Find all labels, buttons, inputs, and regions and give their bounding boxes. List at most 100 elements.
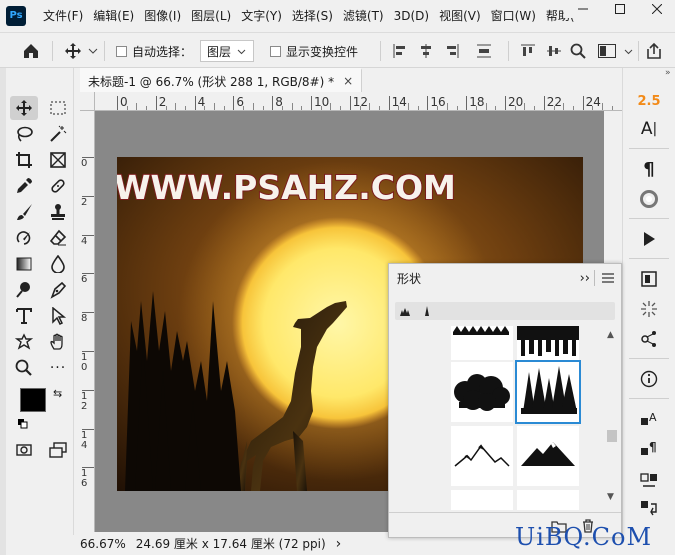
- paragraph-icon: ¶: [643, 158, 655, 180]
- share-icon: [647, 42, 661, 59]
- align-center-icon[interactable]: [418, 43, 434, 59]
- eraser-tool[interactable]: [44, 226, 72, 250]
- menu-item-3[interactable]: 图层(L): [186, 0, 236, 32]
- color-wheel-icon: [640, 190, 658, 208]
- size-slider-bar[interactable]: [395, 302, 615, 320]
- zoom-tool[interactable]: [10, 356, 38, 380]
- foreground-color-swatch[interactable]: [20, 388, 46, 412]
- info-icon: [640, 370, 658, 388]
- history-button[interactable]: [631, 496, 667, 522]
- paragraph-panel-button[interactable]: ¶: [631, 156, 667, 182]
- ruler-h-tick: [427, 96, 429, 110]
- auto-select-checkbox[interactable]: [116, 45, 127, 57]
- move-tool[interactable]: [10, 96, 38, 120]
- status-arrow-icon[interactable]: ›: [336, 536, 342, 552]
- menu-item-1[interactable]: 编辑(E): [88, 0, 139, 32]
- magic-wand-tool[interactable]: [44, 122, 72, 146]
- zoom-level[interactable]: 66.67%: [80, 537, 126, 551]
- screen-mode-button[interactable]: [44, 438, 72, 462]
- pen-tool[interactable]: [44, 278, 72, 302]
- hand-tool[interactable]: [44, 330, 72, 354]
- history-brush-tool[interactable]: [10, 226, 38, 250]
- share-button[interactable]: [645, 33, 663, 69]
- align-top-icon[interactable]: [520, 43, 536, 59]
- workspace-button[interactable]: [598, 33, 633, 69]
- distribute-icon[interactable]: [476, 43, 492, 59]
- custom-shape-tool[interactable]: [10, 330, 38, 354]
- document-tab[interactable]: 未标题-1 @ 66.7% (形状 288 1, RGB/8#) * ×: [80, 68, 363, 92]
- menu-item-8[interactable]: 视图(V): [434, 0, 486, 32]
- document-size: 24.69 厘米 x 17.64 厘米 (72 ppi): [135, 537, 326, 551]
- menu-item-9[interactable]: 窗口(W): [486, 0, 541, 32]
- mountain-outline-shape-icon: [454, 444, 510, 467]
- healing-brush-tool[interactable]: [44, 174, 72, 198]
- character-styles-button[interactable]: A: [631, 406, 667, 432]
- ruler-h-tick: [155, 96, 157, 110]
- align-middle-icon[interactable]: [546, 43, 562, 59]
- dodge-tool[interactable]: [10, 278, 38, 302]
- paragraph-styles-button[interactable]: ¶: [631, 436, 667, 462]
- marquee-tool[interactable]: [44, 96, 72, 120]
- type-tool[interactable]: [10, 304, 38, 328]
- gradient-tool[interactable]: [10, 252, 38, 276]
- preset-partial-2[interactable]: [517, 490, 579, 510]
- align-right-icon[interactable]: [444, 43, 460, 59]
- shapes-scrollbar[interactable]: ▲ ▼: [605, 326, 617, 510]
- menu-bar: Ps 文件(F) 编辑(E) 图像(I) 图层(L) 文字(Y) 选择(S) 滤镜(T) 3D…: [0, 0, 675, 32]
- eyedropper-tool[interactable]: [10, 174, 38, 198]
- preset-mountains[interactable]: [517, 426, 579, 486]
- menu-item-6[interactable]: 滤镜(T): [338, 0, 389, 32]
- swap-colors-icon[interactable]: ⇆: [53, 387, 62, 400]
- expand-panel-icon[interactable]: ››: [580, 271, 590, 286]
- close-icon: [651, 4, 662, 14]
- preset-mountain-outline[interactable]: [451, 426, 513, 486]
- collapse-dock-icon[interactable]: »: [665, 68, 671, 78]
- frame-tool[interactable]: [44, 148, 72, 172]
- close-tab-icon[interactable]: ×: [343, 74, 353, 88]
- close-button[interactable]: [638, 0, 675, 18]
- paths-button[interactable]: [631, 326, 667, 352]
- character-panel-button[interactable]: A |: [631, 116, 667, 142]
- glyphs-button[interactable]: [631, 466, 667, 492]
- path-selection-tool[interactable]: [44, 304, 72, 328]
- preset-partial-1[interactable]: [451, 490, 513, 510]
- menu-item-7[interactable]: 3D(D): [389, 0, 434, 32]
- crop-tool[interactable]: [10, 148, 38, 172]
- menu-item-0[interactable]: 文件(F): [38, 0, 88, 32]
- brush-tool[interactable]: [10, 200, 38, 224]
- home-button[interactable]: [22, 33, 40, 69]
- menu-item-4[interactable]: 文字(Y): [236, 0, 287, 32]
- glyph-size-button[interactable]: 2.5: [631, 88, 667, 114]
- preset-trees-strip[interactable]: [451, 326, 513, 360]
- play-action-button[interactable]: [631, 226, 667, 252]
- search-button[interactable]: [570, 33, 586, 69]
- stamp-tool[interactable]: [44, 200, 72, 224]
- menu-item-5[interactable]: 选择(S): [287, 0, 338, 32]
- preset-dark-forest[interactable]: [517, 326, 579, 360]
- headline-text: WWW.PSAHZ.COM: [114, 168, 456, 207]
- preset-pine-trees[interactable]: [515, 360, 581, 424]
- blur-tool[interactable]: [44, 252, 72, 276]
- align-left-icon[interactable]: [392, 43, 408, 59]
- more-tools-button[interactable]: ···: [44, 356, 72, 380]
- show-transform-checkbox[interactable]: [270, 45, 281, 57]
- preset-bushes[interactable]: [451, 362, 513, 422]
- maximize-button[interactable]: [601, 0, 638, 18]
- move-tool-preset[interactable]: [64, 33, 98, 69]
- brush-settings-button[interactable]: [631, 296, 667, 322]
- menu-item-2[interactable]: 图像(I): [139, 0, 186, 32]
- type-icon: [16, 308, 32, 324]
- quick-mask-button[interactable]: [10, 438, 38, 462]
- info-button[interactable]: [631, 366, 667, 392]
- lasso-tool[interactable]: [10, 122, 38, 146]
- auto-select-dropdown[interactable]: 图层: [200, 40, 254, 62]
- default-colors-icon[interactable]: [18, 418, 28, 429]
- color-wheel-button[interactable]: [631, 186, 667, 212]
- bushes-shape-icon: [454, 374, 510, 411]
- ruler-v-label: 4: [81, 235, 88, 247]
- panel-menu-icon[interactable]: [601, 272, 615, 284]
- glyphs-icon: [640, 473, 657, 487]
- libraries-button[interactable]: [631, 266, 667, 292]
- minimize-button[interactable]: [564, 0, 601, 18]
- libraries-icon: [641, 271, 657, 287]
